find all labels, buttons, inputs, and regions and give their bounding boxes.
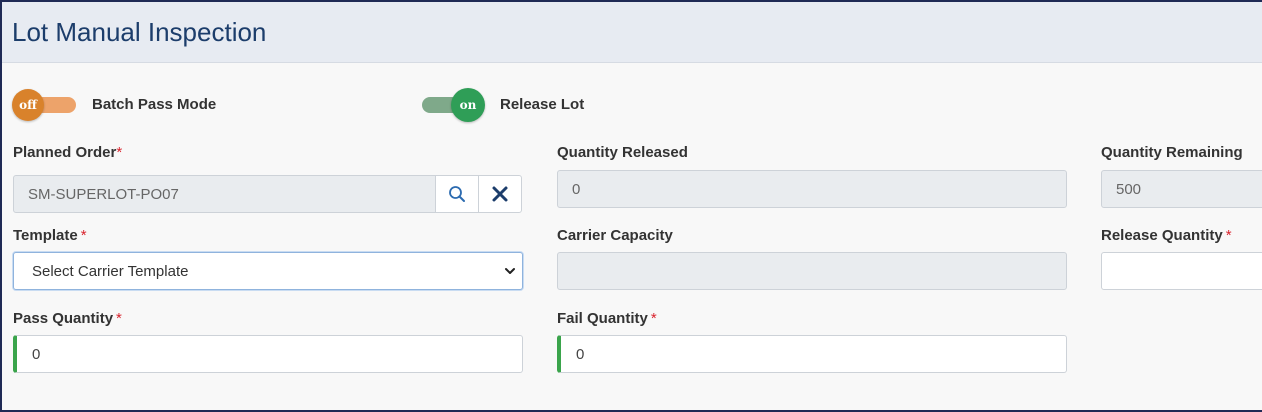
- planned-order-input[interactable]: SM-SUPERLOT-PO07: [13, 175, 436, 213]
- required-marker: *: [116, 310, 122, 327]
- batch-pass-mode-label: Batch Pass Mode: [92, 96, 217, 113]
- carrier-capacity-input[interactable]: [557, 252, 1067, 290]
- release-quantity-label: Release Quantity *: [1101, 227, 1232, 244]
- pass-quantity-label: Pass Quantity *: [13, 310, 122, 327]
- fail-quantity-label: Fail Quantity *: [557, 310, 657, 327]
- quantity-released-input[interactable]: 0: [557, 170, 1067, 208]
- lot-manual-inspection-panel: Lot Manual Inspection off Batch Pass Mod…: [0, 0, 1262, 412]
- search-icon: [449, 186, 465, 202]
- toggle-knob: off: [12, 89, 44, 121]
- close-icon: [492, 186, 508, 202]
- carrier-capacity-label: Carrier Capacity: [557, 227, 673, 244]
- batch-pass-mode-toggle[interactable]: off: [12, 88, 78, 122]
- planned-order-label: Planned Order*: [13, 144, 123, 161]
- required-marker: *: [1225, 227, 1232, 244]
- panel-header: Lot Manual Inspection: [2, 2, 1262, 63]
- fail-quantity-input[interactable]: 0: [557, 335, 1067, 373]
- release-lot-toggle[interactable]: on: [420, 88, 488, 122]
- required-marker: *: [116, 144, 123, 161]
- quantity-remaining-input[interactable]: 500: [1101, 170, 1262, 208]
- template-select[interactable]: Select Carrier Template: [13, 252, 523, 290]
- quantity-remaining-label: Quantity Remaining: [1101, 144, 1243, 161]
- release-lot-label: Release Lot: [500, 96, 585, 113]
- toggle-knob: on: [451, 88, 485, 122]
- pass-quantity-input[interactable]: 0: [13, 335, 523, 373]
- required-marker: *: [650, 310, 657, 327]
- required-marker: *: [80, 227, 87, 244]
- template-label: Template *: [13, 227, 87, 244]
- page-title: Lot Manual Inspection: [12, 17, 267, 47]
- quantity-released-label: Quantity Released: [557, 144, 688, 161]
- search-button[interactable]: [435, 175, 479, 213]
- chevron-down-icon: [505, 268, 515, 274]
- clear-button[interactable]: [478, 175, 522, 213]
- release-quantity-input[interactable]: [1101, 252, 1262, 290]
- template-selected-value: Select Carrier Template: [32, 262, 189, 280]
